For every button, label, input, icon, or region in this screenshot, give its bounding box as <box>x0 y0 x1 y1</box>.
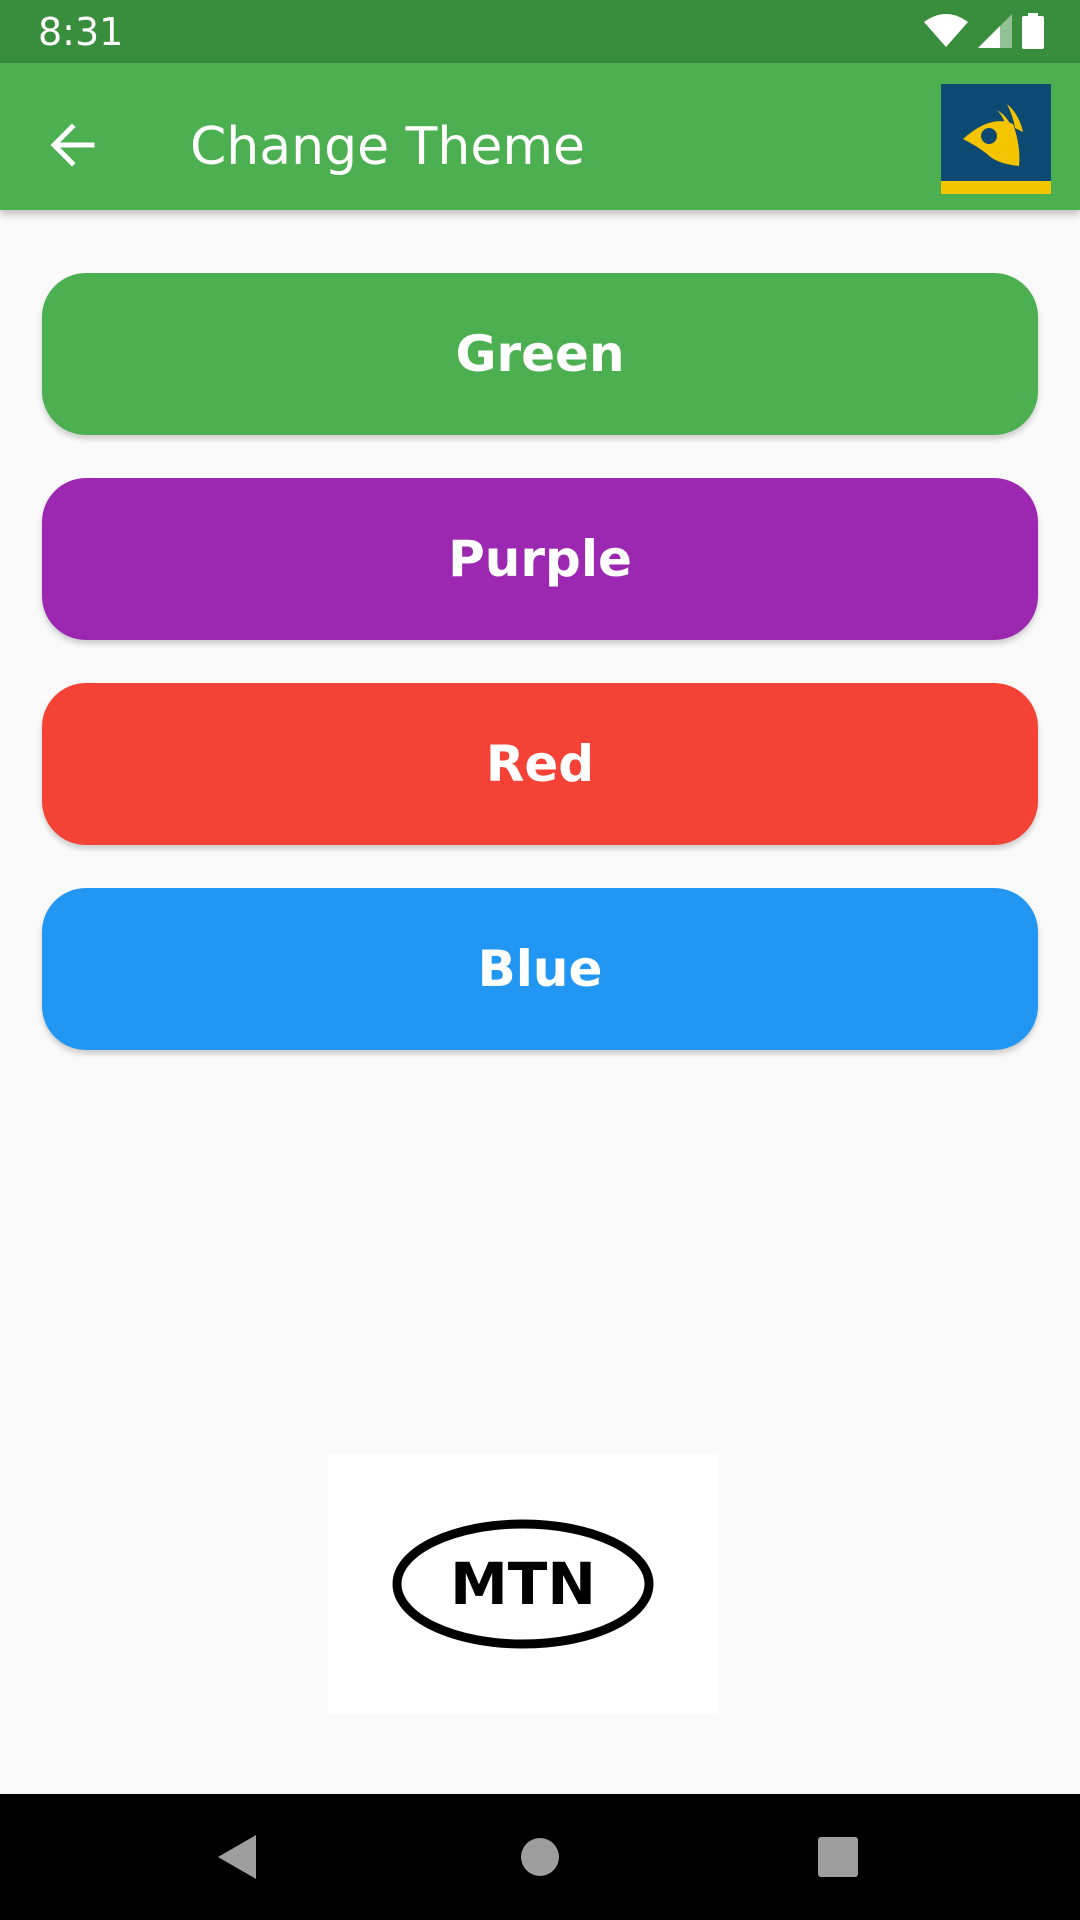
app-bar: Change Theme <box>0 63 1080 210</box>
nav-recents-button[interactable] <box>798 1817 878 1897</box>
red-theme-button[interactable]: Red <box>42 683 1038 845</box>
arrow-back-icon <box>48 121 96 173</box>
sponsor-logo: MTN <box>328 1454 718 1714</box>
mtn-logo-icon: MTN <box>392 1519 654 1649</box>
status-time: 8:31 <box>38 10 124 54</box>
status-icons <box>924 13 1044 49</box>
nav-recents-icon <box>818 1837 858 1877</box>
purple-theme-button[interactable]: Purple <box>42 478 1038 640</box>
page-title: Change Theme <box>190 117 585 177</box>
nav-home-button[interactable] <box>500 1817 580 1897</box>
cellular-signal-icon <box>978 14 1012 48</box>
nav-back-button[interactable] <box>198 1817 278 1897</box>
wifi-icon <box>924 14 968 48</box>
app-logo-icon <box>941 84 1051 194</box>
nav-home-icon <box>520 1837 560 1877</box>
green-theme-button[interactable]: Green <box>42 273 1038 435</box>
blue-theme-button[interactable]: Blue <box>42 888 1038 1050</box>
status-bar: 8:31 <box>0 0 1080 63</box>
sponsor-logo-text: MTN <box>450 1550 596 1618</box>
theme-list: Green Purple Red Blue <box>42 273 1038 1093</box>
back-button[interactable] <box>30 105 114 189</box>
battery-icon <box>1022 13 1044 49</box>
navigation-bar <box>0 1794 1080 1920</box>
nav-back-icon <box>216 1833 260 1881</box>
